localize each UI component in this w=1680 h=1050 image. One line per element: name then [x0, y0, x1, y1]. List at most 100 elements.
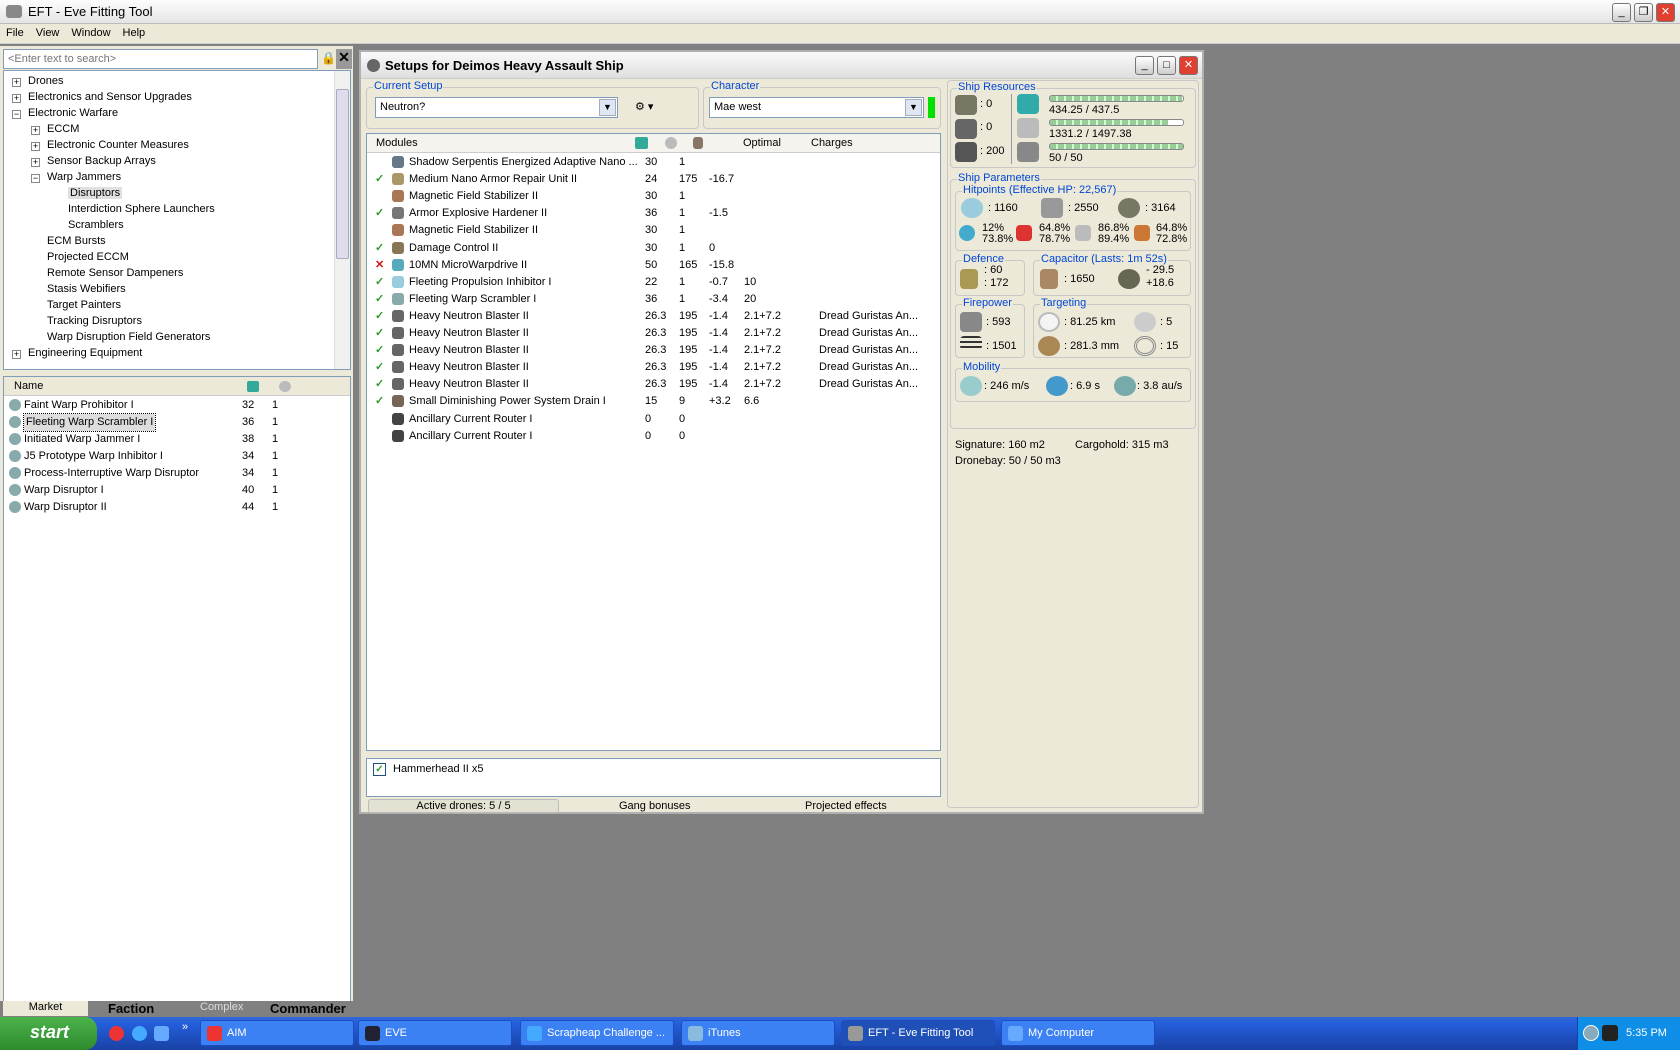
list-item[interactable]: Fleeting Warp Scrambler I 36 1 — [4, 413, 350, 432]
tree-node[interactable]: ECCM — [47, 123, 79, 135]
expand-icon[interactable]: + — [31, 126, 40, 135]
module-row[interactable]: ✓ Heavy Neutron Blaster II 26.3 195 -1.4 2.1+… — [367, 376, 940, 393]
active-check-icon[interactable]: ✓ — [375, 291, 384, 308]
module-row[interactable]: ✓ Heavy Neutron Blaster II 26.3 195 -1.4 2.1+… — [367, 342, 940, 359]
active-check-icon[interactable]: ✓ — [375, 274, 384, 291]
active-check-icon[interactable]: ✓ — [375, 393, 384, 410]
taskbar-button[interactable]: EFT - Eve Fitting Tool — [841, 1020, 995, 1046]
tree-scrollbar[interactable] — [334, 71, 350, 369]
tab-gang-bonuses[interactable]: Gang bonuses — [619, 800, 691, 812]
expand-icon[interactable]: + — [31, 158, 40, 167]
taskbar-button[interactable]: My Computer — [1001, 1020, 1155, 1046]
list-item[interactable]: Warp Disruptor I 40 1 — [4, 482, 350, 499]
setup-maximize-button[interactable]: □ — [1157, 56, 1176, 75]
tab-projected-effects[interactable]: Projected effects — [805, 800, 887, 812]
module-row[interactable]: ✕ 10MN MicroWarpdrive II 50 165 -15.8 — [367, 257, 940, 274]
module-row[interactable]: ✓ Fleeting Warp Scrambler I 36 1 -3.4 20 — [367, 291, 940, 308]
menu-file[interactable]: File — [0, 24, 30, 42]
chevron-down-icon[interactable]: ▼ — [905, 99, 922, 116]
tree-node[interactable]: Warp Jammers — [47, 171, 121, 183]
module-row[interactable]: Magnetic Field Stabilizer II 30 1 — [367, 222, 940, 239]
menu-view[interactable]: View — [30, 24, 66, 42]
list-item[interactable]: J5 Prototype Warp Inhibitor I 34 1 — [4, 448, 350, 465]
quicklaunch-more-icon[interactable]: » — [182, 1021, 188, 1033]
module-row[interactable]: ✓ Small Diminishing Power System Drain I 1… — [367, 393, 940, 410]
module-row[interactable]: ✓ Heavy Neutron Blaster II 26.3 195 -1.4 2.1+… — [367, 308, 940, 325]
tree-node[interactable]: Scramblers — [68, 219, 124, 231]
active-check-icon[interactable]: ✓ — [375, 308, 384, 325]
setup-close-button[interactable]: ✕ — [1179, 56, 1198, 75]
tree-node[interactable]: Remote Sensor Dampeners — [47, 267, 183, 279]
expand-icon[interactable]: + — [31, 142, 40, 151]
tree-node[interactable]: Target Painters — [47, 299, 121, 311]
start-button[interactable]: start — [0, 1017, 97, 1050]
powergrid-column-icon[interactable] — [665, 137, 677, 149]
module-row[interactable]: Ancillary Current Router I 0 0 — [367, 411, 940, 428]
module-row[interactable]: ✓ Heavy Neutron Blaster II 26.3 195 -1.4 2.1+… — [367, 359, 940, 376]
tree-node[interactable]: Electronic Warfare — [28, 107, 118, 119]
module-row[interactable]: ✓ Heavy Neutron Blaster II 26.3 195 -1.4 2.1+… — [367, 325, 940, 342]
restore-button[interactable]: ❐ — [1634, 3, 1653, 22]
active-check-icon[interactable]: ✓ — [375, 342, 384, 359]
tree-node[interactable]: Disruptors — [68, 187, 123, 199]
column-modules[interactable]: Modules — [376, 137, 418, 149]
expand-icon[interactable]: + — [12, 350, 21, 359]
module-row[interactable]: ✓ Medium Nano Armor Repair Unit II 24 175 -1… — [367, 171, 940, 188]
drone-item[interactable]: Hammerhead II x5 — [393, 763, 483, 775]
aim-quicklaunch-icon[interactable] — [109, 1026, 124, 1041]
active-check-icon[interactable]: ✓ — [375, 205, 384, 222]
tab-active-drones[interactable]: Active drones: 5 / 5 — [368, 799, 559, 813]
tree-node[interactable]: Electronic Counter Measures — [47, 139, 189, 151]
powergrid-column-icon[interactable] — [279, 381, 291, 392]
setup-minimize-button[interactable]: _ — [1135, 56, 1154, 75]
tree-node[interactable]: Interdiction Sphere Launchers — [68, 203, 215, 215]
column-charges[interactable]: Charges — [811, 137, 853, 149]
menu-window[interactable]: Window — [65, 24, 116, 42]
taskbar-button[interactable]: EVE — [358, 1020, 512, 1046]
chevron-down-icon[interactable]: ▼ — [599, 99, 616, 116]
collapse-icon[interactable]: − — [12, 110, 21, 119]
expand-icon[interactable]: + — [12, 78, 21, 87]
lock-icon[interactable]: 🔒 — [321, 51, 336, 65]
steam-tray-icon[interactable] — [1602, 1025, 1618, 1041]
tab-faction[interactable]: Faction — [108, 1001, 154, 1016]
capacitor-column-icon[interactable] — [693, 137, 703, 149]
drone-checkbox[interactable]: ✓ — [373, 763, 386, 776]
clear-search-button[interactable]: ✕ — [336, 49, 352, 69]
module-row[interactable]: ✓ Damage Control II 30 1 0 — [367, 240, 940, 257]
close-button[interactable]: ✕ — [1656, 3, 1675, 22]
cpu-column-icon[interactable] — [247, 381, 259, 392]
active-check-icon[interactable]: ✓ — [375, 376, 384, 393]
active-check-icon[interactable]: ✓ — [375, 325, 384, 342]
column-optimal[interactable]: Optimal — [743, 137, 781, 149]
module-row[interactable]: ✓ Armor Explosive Hardener II 36 1 -1.5 — [367, 205, 940, 222]
tree-node[interactable]: Sensor Backup Arrays — [47, 155, 156, 167]
tree-node[interactable]: Drones — [28, 75, 63, 87]
offline-x-icon[interactable]: ✕ — [375, 257, 384, 274]
cpu-column-icon[interactable] — [635, 137, 648, 149]
tree-node[interactable]: ECM Bursts — [47, 235, 106, 247]
menu-help[interactable]: Help — [117, 24, 152, 42]
tree-node[interactable]: Engineering Equipment — [28, 347, 142, 359]
tray-expand-icon[interactable] — [1583, 1025, 1599, 1041]
module-row[interactable]: Ancillary Current Router I 0 0 — [367, 428, 940, 445]
column-name[interactable]: Name — [14, 380, 43, 392]
tab-complex[interactable]: Complex — [200, 1001, 243, 1013]
collapse-icon[interactable]: − — [31, 174, 40, 183]
active-check-icon[interactable]: ✓ — [375, 359, 384, 376]
minimize-button[interactable]: _ — [1612, 3, 1631, 22]
ie2-quicklaunch-icon[interactable] — [154, 1026, 169, 1041]
tree-node[interactable]: Projected ECCM — [47, 251, 129, 263]
tab-market[interactable]: Market — [3, 1001, 88, 1016]
taskbar-button[interactable]: Scrapheap Challenge ... — [520, 1020, 674, 1046]
module-row[interactable]: ✓ Fleeting Propulsion Inhibitor I 22 1 -0.7 1… — [367, 274, 940, 291]
tree-node[interactable]: Electronics and Sensor Upgrades — [28, 91, 192, 103]
list-item[interactable]: Faint Warp Prohibitor I 32 1 — [4, 397, 350, 414]
list-item[interactable]: Process-Interruptive Warp Disruptor 34 1 — [4, 465, 350, 482]
active-check-icon[interactable]: ✓ — [375, 171, 384, 188]
list-item[interactable]: Warp Disruptor II 44 1 — [4, 499, 350, 516]
current-setup-select[interactable]: Neutron? ▼ — [375, 97, 618, 118]
search-input[interactable] — [3, 49, 318, 69]
expand-icon[interactable]: + — [12, 94, 21, 103]
tree-node[interactable]: Tracking Disruptors — [47, 315, 142, 327]
